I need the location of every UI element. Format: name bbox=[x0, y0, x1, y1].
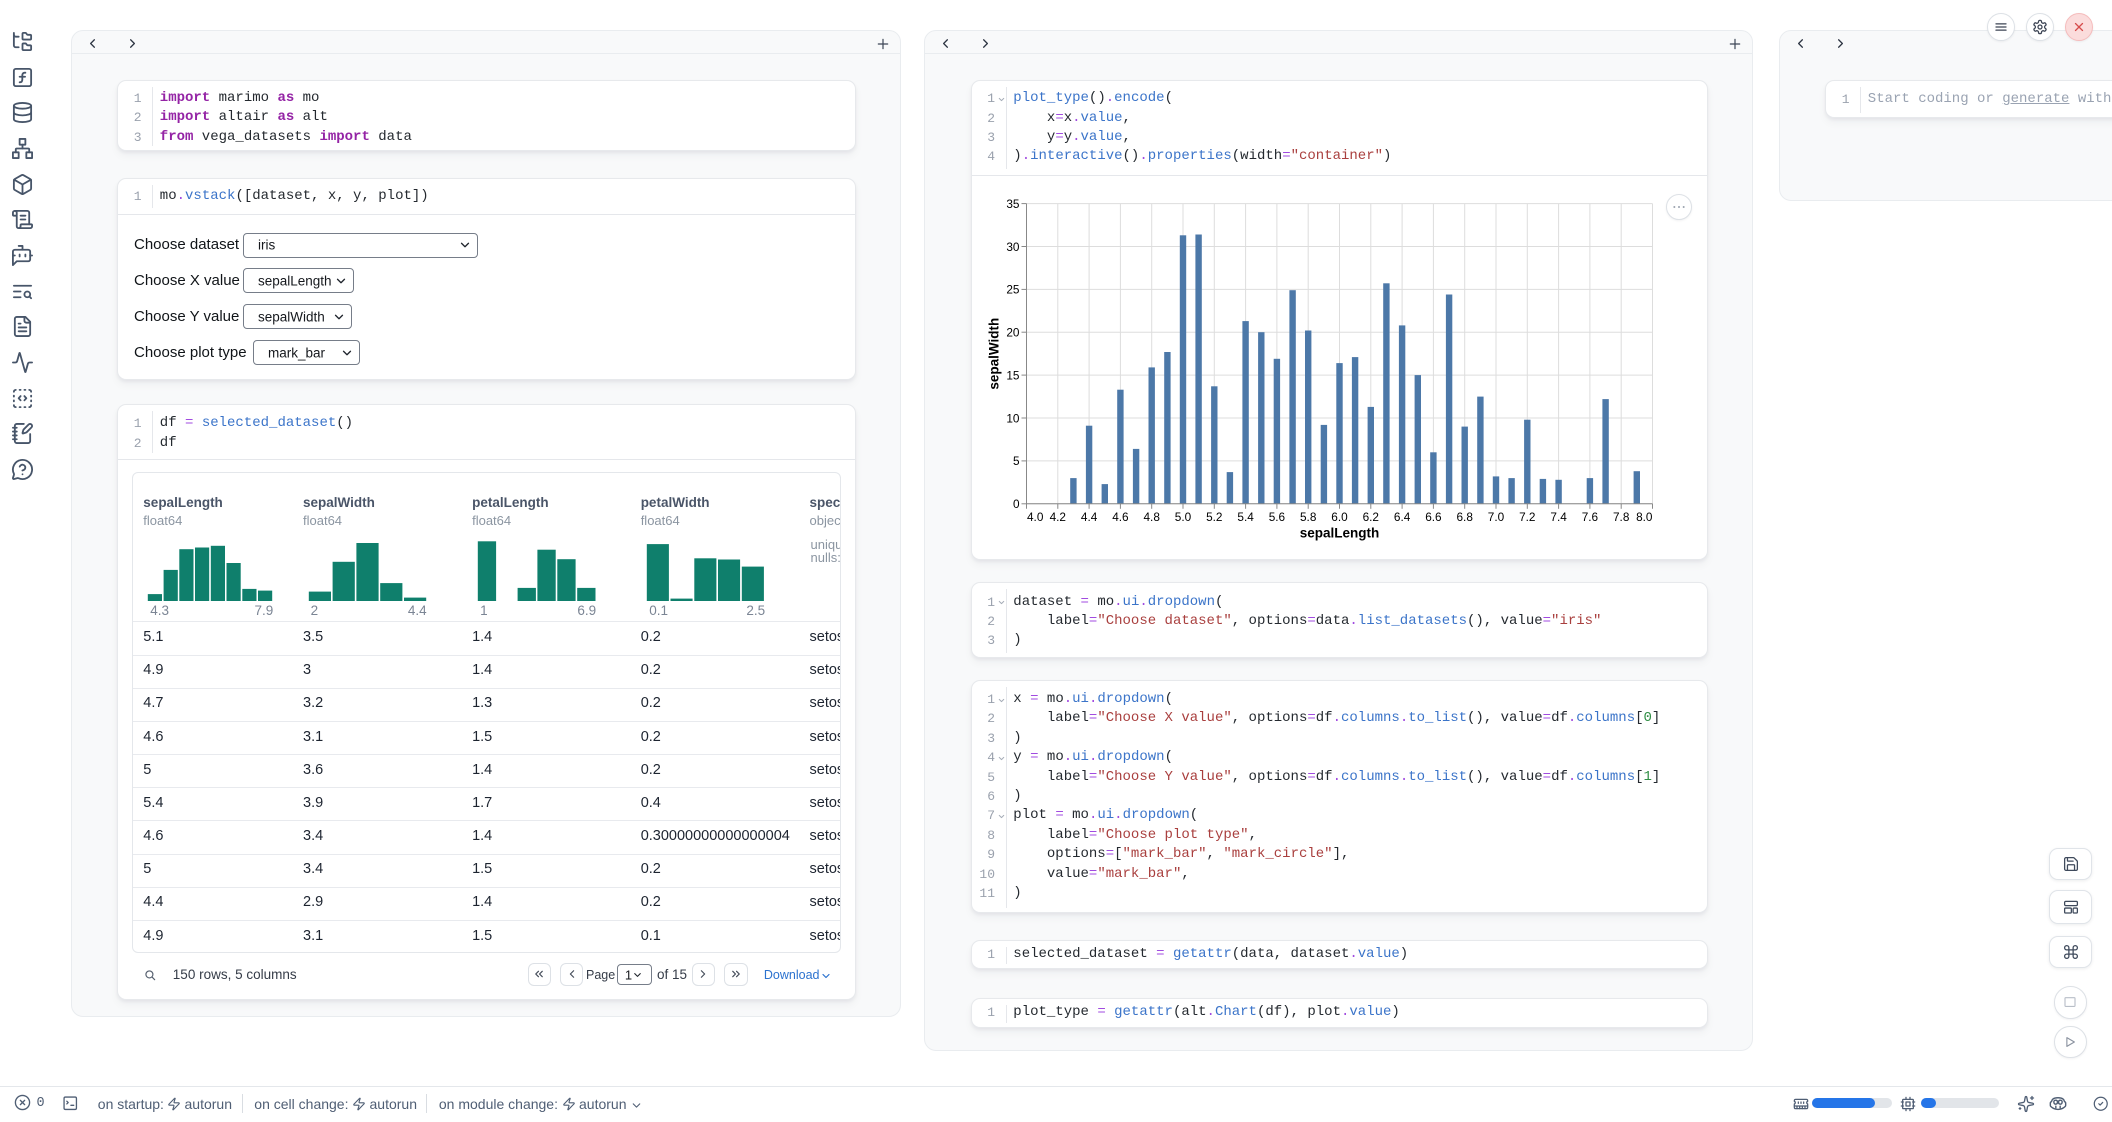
svg-text:25: 25 bbox=[1006, 282, 1020, 296]
svg-text:5.4: 5.4 bbox=[1237, 510, 1254, 524]
svg-text:7.4: 7.4 bbox=[1550, 510, 1567, 524]
svg-text:6.0: 6.0 bbox=[1331, 510, 1348, 524]
svg-text:30: 30 bbox=[1006, 240, 1020, 254]
svg-text:5.8: 5.8 bbox=[1299, 510, 1316, 524]
svg-text:7.0: 7.0 bbox=[1487, 510, 1504, 524]
svg-text:35: 35 bbox=[1006, 197, 1020, 211]
svg-text:7.8: 7.8 bbox=[1612, 510, 1629, 524]
svg-text:4.4: 4.4 bbox=[1080, 510, 1097, 524]
svg-text:6.2: 6.2 bbox=[1362, 510, 1378, 524]
svg-text:5.0: 5.0 bbox=[1174, 510, 1191, 524]
svg-text:4.0: 4.0 bbox=[1027, 510, 1044, 524]
svg-text:6.4: 6.4 bbox=[1393, 510, 1410, 524]
svg-text:5.6: 5.6 bbox=[1268, 510, 1285, 524]
svg-text:7.2: 7.2 bbox=[1519, 510, 1535, 524]
svg-text:7.6: 7.6 bbox=[1581, 510, 1598, 524]
svg-text:5: 5 bbox=[1012, 454, 1019, 468]
svg-text:4.2: 4.2 bbox=[1049, 510, 1065, 524]
svg-text:4.6: 4.6 bbox=[1112, 510, 1129, 524]
svg-text:4.8: 4.8 bbox=[1143, 510, 1160, 524]
svg-text:20: 20 bbox=[1006, 325, 1020, 339]
svg-text:10: 10 bbox=[1006, 411, 1020, 425]
svg-text:15: 15 bbox=[1006, 368, 1020, 382]
svg-text:0: 0 bbox=[1012, 497, 1019, 511]
svg-text:5.2: 5.2 bbox=[1206, 510, 1222, 524]
svg-text:sepalLength: sepalLength bbox=[1299, 525, 1379, 540]
svg-text:6.8: 6.8 bbox=[1456, 510, 1473, 524]
svg-text:6.6: 6.6 bbox=[1425, 510, 1442, 524]
svg-text:8.0: 8.0 bbox=[1636, 510, 1653, 524]
svg-text:sepalWidth: sepalWidth bbox=[986, 318, 1001, 390]
